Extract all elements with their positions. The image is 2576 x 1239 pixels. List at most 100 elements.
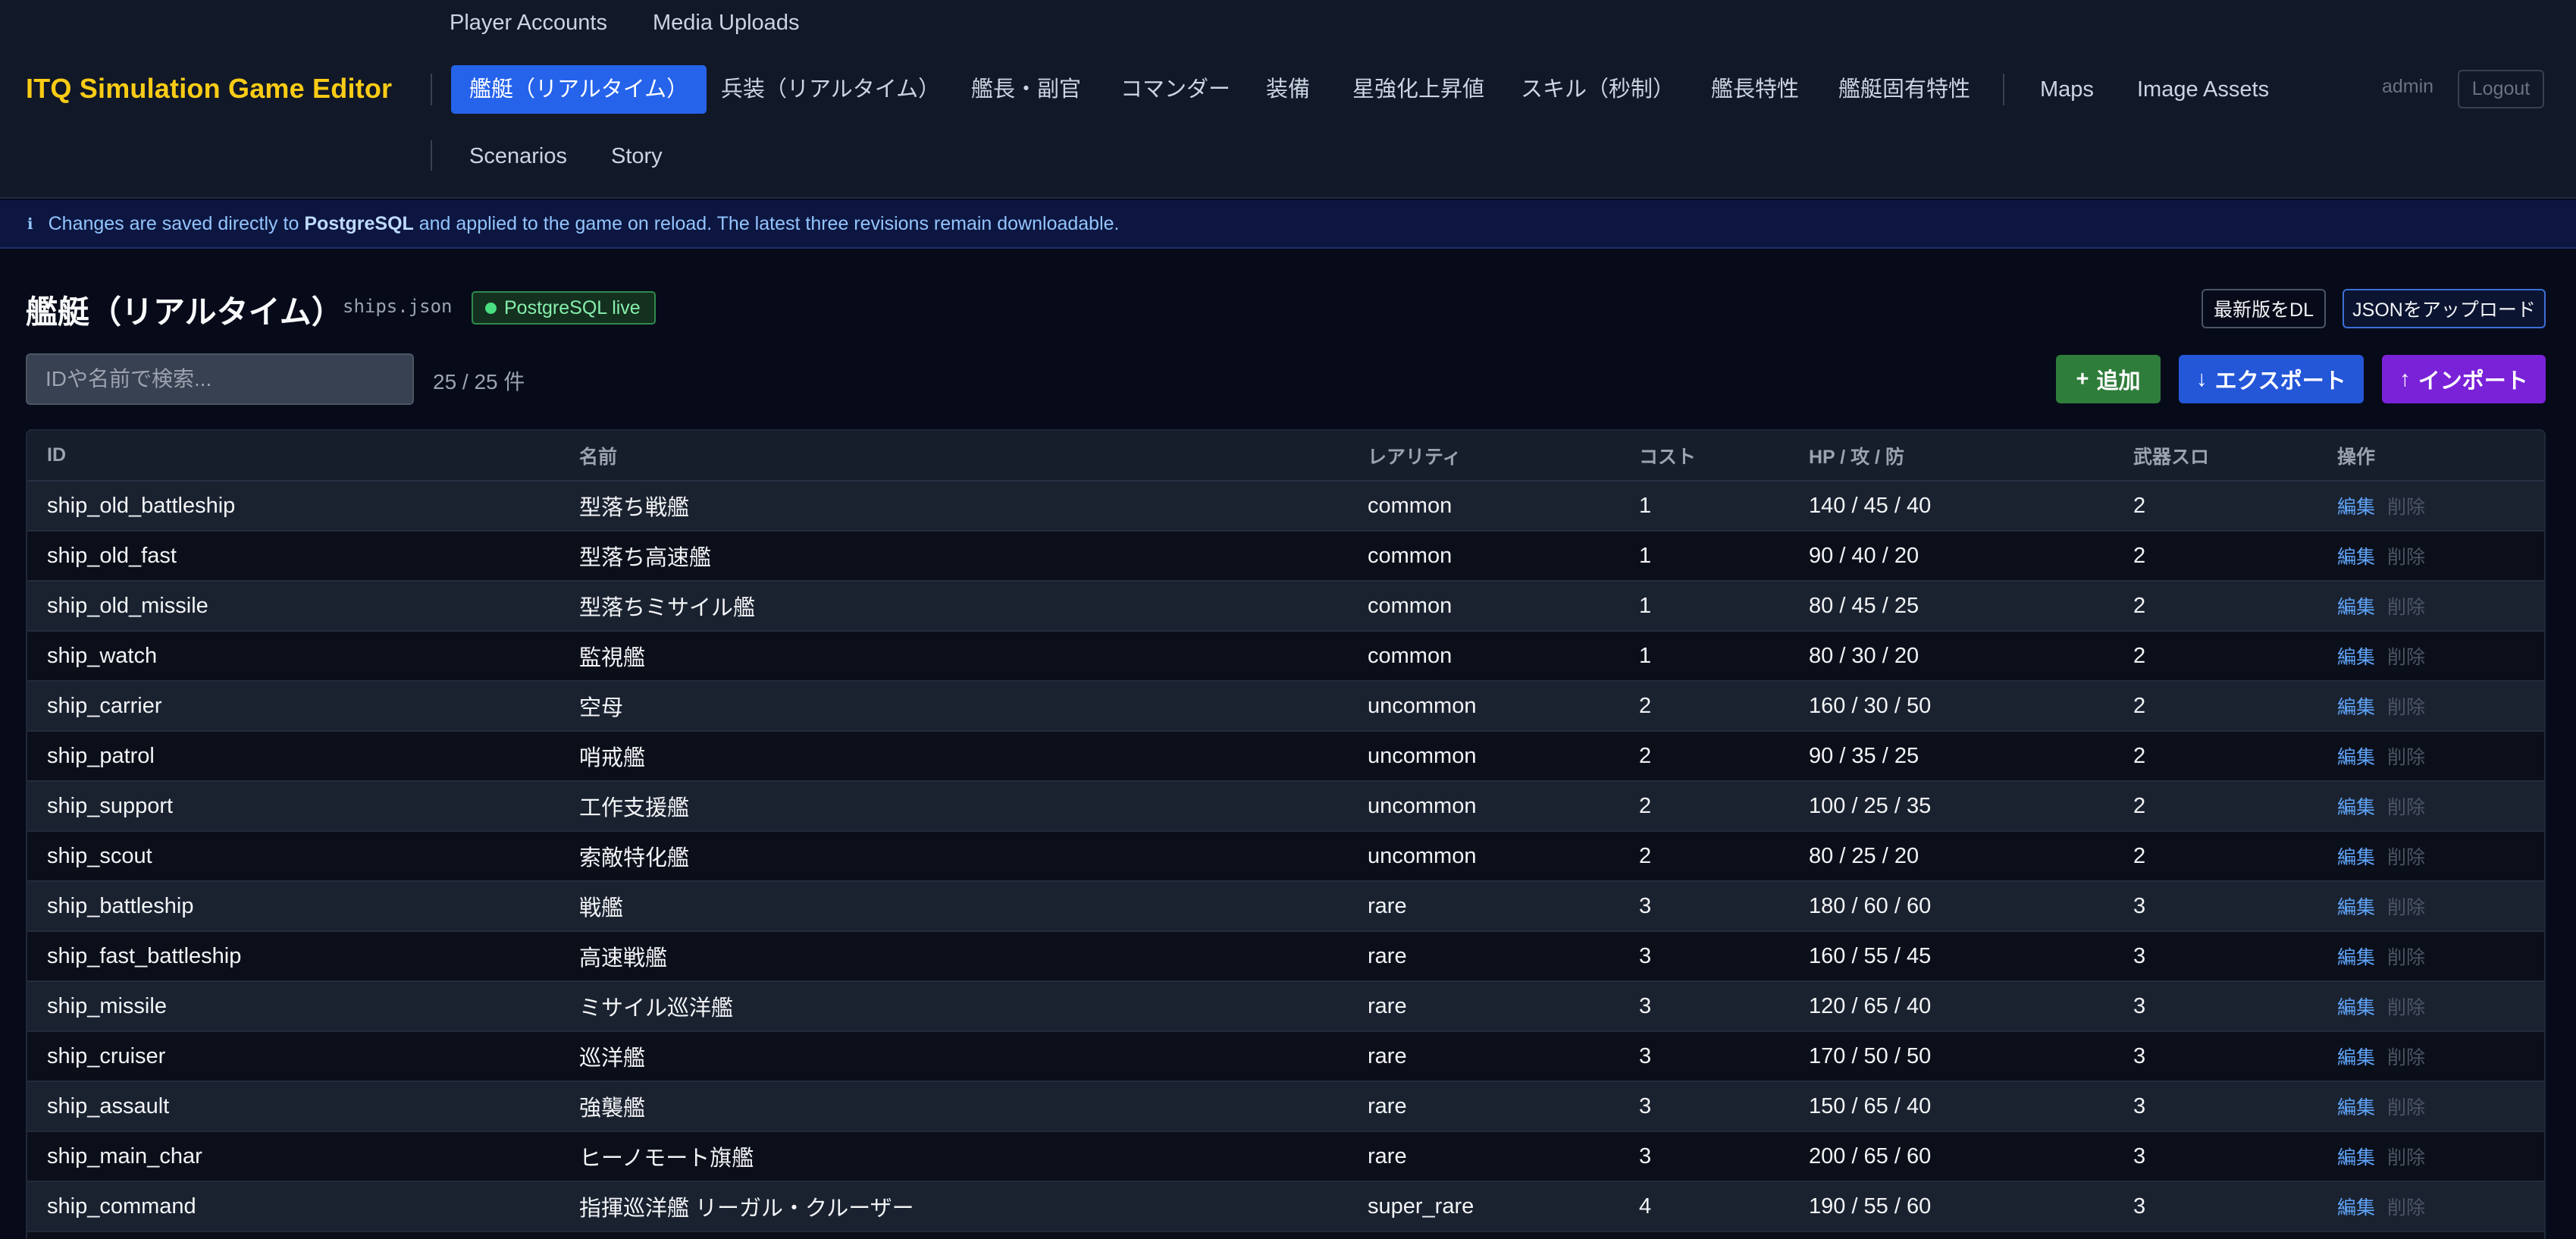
cell-stats: 160 / 55 / 45 xyxy=(1789,931,2114,982)
column-header-stats[interactable]: HP / 攻 / 防 xyxy=(1789,431,2114,481)
cell-id: ship_old_battleship xyxy=(27,481,559,532)
edit-link[interactable]: 編集 xyxy=(2337,797,2375,818)
tab-captain-traits[interactable]: 艦長特性 xyxy=(1693,65,1817,114)
info-banner: ℹ Changes are saved directly to PostgreS… xyxy=(0,200,2576,249)
table-row[interactable]: ship_missile ミサイル巡洋艦 rare 3 120 / 65 / 40 3 編集… xyxy=(27,981,2544,1032)
table-row[interactable]: ship_old_missile 型落ちミサイル艦 common 1 80 / 45 /… xyxy=(27,581,2544,632)
table-row[interactable]: ship_watch 監視艦 common 1 80 / 30 / 20 2 編集 削除 xyxy=(27,631,2544,682)
column-header-slots[interactable]: 武器スロ xyxy=(2114,431,2317,481)
delete-link[interactable]: 削除 xyxy=(2387,797,2425,818)
upload-json-button[interactable]: JSONをアップロード xyxy=(2343,289,2546,328)
table-row[interactable]: ship_scout 索敵特化艦 uncommon 2 80 / 25 / 20 2 編集削… xyxy=(27,831,2544,882)
column-header-id[interactable]: ID xyxy=(27,431,559,481)
app-title: ITQ Simulation Game Editor xyxy=(26,73,393,104)
table-row[interactable]: ship_old_battleship 型落ち戦艦 common 1 140 / 45 … xyxy=(27,481,2544,532)
cell-actions: 編集 削除 xyxy=(2317,831,2544,882)
nav-story[interactable]: Story xyxy=(593,132,681,180)
cell-cost: 2 xyxy=(1619,681,1789,732)
tab-captains[interactable]: 艦長・副官 xyxy=(953,65,1099,114)
tab-commanders[interactable]: コマンダー xyxy=(1102,65,1249,114)
cell-slots: 3 xyxy=(2114,931,2317,982)
cell-slots: 2 xyxy=(2114,681,2317,732)
edit-link[interactable]: 編集 xyxy=(2337,747,2375,768)
edit-link[interactable]: 編集 xyxy=(2337,947,2375,968)
edit-link[interactable]: 編集 xyxy=(2337,847,2375,868)
table-row[interactable]: ship_command 指揮巡洋艦 リーガル・クルーザー super_rare 4 1… xyxy=(27,1181,2544,1232)
tab-ship-traits[interactable]: 艦艇固有特性 xyxy=(1820,65,1988,114)
tab-ships-realtime[interactable]: 艦艇（リアルタイム） xyxy=(451,65,707,114)
import-button[interactable]: ↑ インポート xyxy=(2382,355,2546,403)
edit-link[interactable]: 編集 xyxy=(2337,497,2375,518)
search-input[interactable] xyxy=(26,353,414,405)
add-button[interactable]: + 追加 xyxy=(2056,355,2161,403)
edit-link[interactable]: 編集 xyxy=(2337,597,2375,618)
delete-link[interactable]: 削除 xyxy=(2387,597,2425,618)
column-header-name[interactable]: 名前 xyxy=(559,431,1348,481)
cell-id: ship_assault xyxy=(27,1081,559,1132)
export-label: エクスポート xyxy=(2214,369,2346,394)
delete-link[interactable]: 削除 xyxy=(2387,1047,2425,1068)
table-row[interactable]: ship_fast_battleship 高速戦艦 rare 3 160 / 55 / … xyxy=(27,931,2544,982)
tab-weapons-realtime[interactable]: 兵装（リアルタイム） xyxy=(703,65,958,114)
delete-link[interactable]: 削除 xyxy=(2387,497,2425,518)
delete-link[interactable]: 削除 xyxy=(2387,1197,2425,1219)
tab-equipment[interactable]: 装備 xyxy=(1248,65,1328,114)
nav-maps[interactable]: Maps xyxy=(2022,65,2112,114)
column-header-rarity[interactable]: レアリティ xyxy=(1348,431,1619,481)
table-row[interactable]: ship_patrol 哨戒艦 uncommon 2 90 / 35 / 25 2 編集 削除 xyxy=(27,731,2544,782)
top-header: ITQ Simulation Game Editor Player Accoun… xyxy=(0,0,2576,199)
cell-cost: 3 xyxy=(1619,981,1789,1032)
table-row[interactable]: ship_cruiser 巡洋艦 rare 3 170 / 50 / 50 3 編集 削除 xyxy=(27,1031,2544,1082)
delete-link[interactable]: 削除 xyxy=(2387,897,2425,918)
nav-media-uploads[interactable]: Media Uploads xyxy=(653,8,799,38)
edit-link[interactable]: 編集 xyxy=(2337,1197,2375,1219)
nav-divider xyxy=(431,140,432,171)
edit-link[interactable]: 編集 xyxy=(2337,997,2375,1018)
table-row[interactable]: ship_support 工作支援艦 uncommon 2 100 / 25 / 35 2… xyxy=(27,781,2544,832)
table-row[interactable]: ship_carrier 空母 uncommon 2 160 / 30 / 50 2 編集削… xyxy=(27,681,2544,732)
delete-link[interactable]: 削除 xyxy=(2387,1097,2425,1118)
cell-id: ship_main_char xyxy=(27,1131,559,1182)
cell-cost: 2 xyxy=(1619,781,1789,832)
cell-name: 巡洋艦 xyxy=(559,1031,1348,1082)
cell-actions: 編集 削除 xyxy=(2317,881,2544,932)
delete-link[interactable]: 削除 xyxy=(2387,747,2425,768)
logout-button[interactable]: Logout xyxy=(2458,70,2544,108)
arrow-down-icon: ↓ xyxy=(2196,366,2208,391)
cell-slots: 2 xyxy=(2114,781,2317,832)
delete-link[interactable]: 削除 xyxy=(2387,547,2425,568)
edit-link[interactable]: 編集 xyxy=(2337,1097,2375,1118)
delete-link[interactable]: 削除 xyxy=(2387,1147,2425,1168)
cell-name: 空母 xyxy=(559,681,1348,732)
nav-image-assets[interactable]: Image Assets xyxy=(2119,65,2287,114)
nav-player-accounts[interactable]: Player Accounts xyxy=(450,8,607,38)
banner-text-after: and applied to the game on reload. The l… xyxy=(418,212,1120,234)
banner-text-before: Changes are saved directly to xyxy=(48,212,299,234)
cell-id: ship_missile xyxy=(27,981,559,1032)
tab-star-upgrade[interactable]: 星強化上昇値 xyxy=(1334,65,1503,114)
cell-cost: 4 xyxy=(1619,1181,1789,1232)
edit-link[interactable]: 編集 xyxy=(2337,897,2375,918)
edit-link[interactable]: 編集 xyxy=(2337,547,2375,568)
cell-slots: 2 xyxy=(2114,831,2317,882)
delete-link[interactable]: 削除 xyxy=(2387,647,2425,668)
edit-link[interactable]: 編集 xyxy=(2337,1147,2375,1168)
edit-link[interactable]: 編集 xyxy=(2337,697,2375,718)
table-row[interactable]: ship_old_fast 型落ち高速艦 common 1 90 / 40 / 20 2 編… xyxy=(27,531,2544,582)
table-row[interactable]: ship_assault 強襲艦 rare 3 150 / 65 / 40 3 編集 削除 xyxy=(27,1081,2544,1132)
delete-link[interactable]: 削除 xyxy=(2387,947,2425,968)
delete-link[interactable]: 削除 xyxy=(2387,997,2425,1018)
import-label: インポート xyxy=(2418,369,2528,394)
delete-link[interactable]: 削除 xyxy=(2387,697,2425,718)
tab-skills[interactable]: スキル（秒制） xyxy=(1503,65,1693,114)
edit-link[interactable]: 編集 xyxy=(2337,1047,2375,1068)
export-button[interactable]: ↓ エクスポート xyxy=(2179,355,2364,403)
edit-link[interactable]: 編集 xyxy=(2337,647,2375,668)
delete-link[interactable]: 削除 xyxy=(2387,847,2425,868)
nav-scenarios[interactable]: Scenarios xyxy=(451,132,585,180)
column-header-cost[interactable]: コスト xyxy=(1619,431,1789,481)
nav-divider xyxy=(2003,74,2004,105)
table-row[interactable]: ship_main_char ヒーノモート旗艦 rare 3 200 / 65 / 60… xyxy=(27,1131,2544,1182)
table-row[interactable]: ship_battleship 戦艦 rare 3 180 / 60 / 60 3 編集 削除 xyxy=(27,881,2544,932)
download-latest-button[interactable]: 最新版をDL xyxy=(2202,289,2326,328)
